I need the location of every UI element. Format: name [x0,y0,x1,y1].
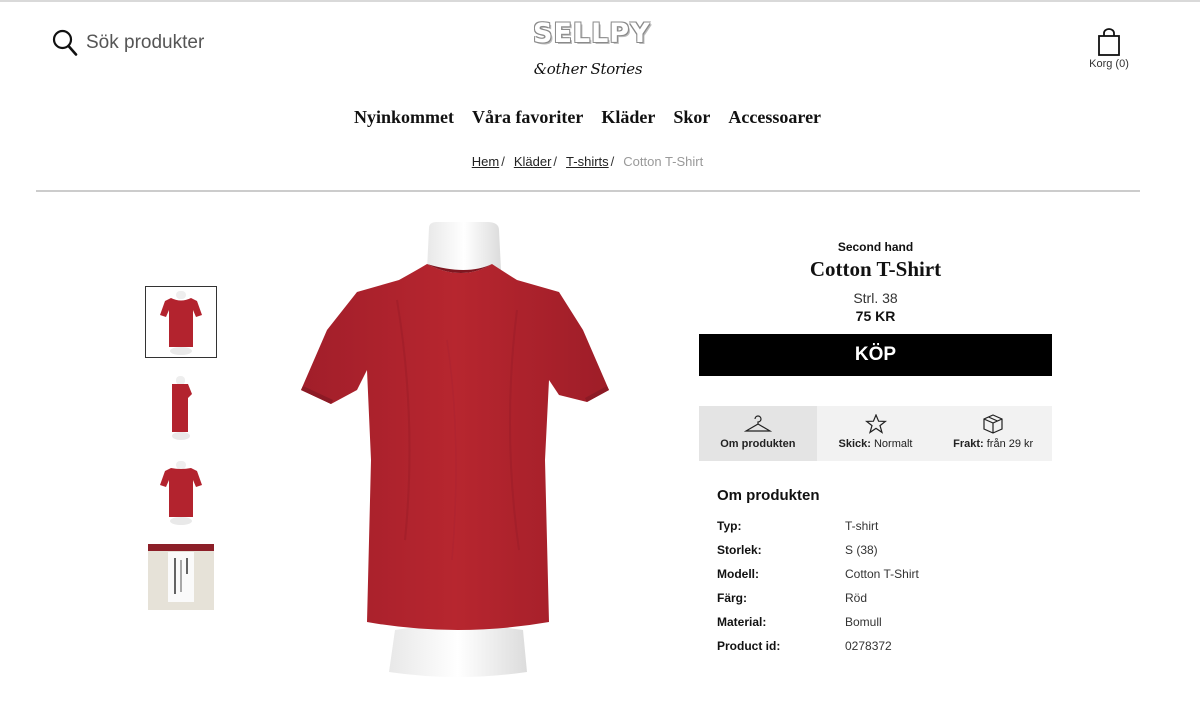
thumbnail-list [145,286,217,626]
breadcrumb-tshirts[interactable]: T-shirts [566,154,609,169]
logo-sellpy: SELLPY [533,18,651,49]
nav-item-accessoarer[interactable]: Accessoarer [728,107,821,128]
detail-row: Modell: Cotton T-Shirt [717,562,1052,586]
search-icon [52,29,78,56]
tab-label: Skick: [838,438,871,450]
star-icon [864,414,887,434]
nav-item-skor[interactable]: Skor [673,107,710,128]
detail-value: Bomull [845,615,882,629]
breadcrumb-separator: / [501,154,505,169]
breadcrumb: Hem / Kläder / T-shirts / Cotton T-Shirt [0,154,1175,169]
detail-value: S (38) [845,543,878,557]
tab-value: Normalt [873,438,913,450]
detail-row: Material: Bomull [717,610,1052,634]
nav-item-nyinkommet[interactable]: Nyinkommet [354,107,454,128]
breadcrumb-klader[interactable]: Kläder [514,154,552,169]
product-info: Second hand Cotton T-Shirt Strl. 38 75 K… [699,240,1052,658]
store-logo[interactable]: SELLPY &other Stories [533,18,651,78]
thumbnail-label[interactable] [145,541,217,613]
detail-value: Cotton T-Shirt [845,567,919,581]
detail-key: Färg: [717,591,747,605]
box-icon [983,414,1003,434]
detail-value: Röd [845,591,868,605]
shopping-bag-icon [1098,28,1120,56]
product-size: Strl. 38 [853,290,898,306]
breadcrumb-current: Cotton T-Shirt [623,154,704,169]
detail-key: Modell: [717,567,759,581]
detail-key: Product id: [717,639,781,653]
tab-value: från 29 kr [986,438,1034,450]
nav-item-favoriter[interactable]: Våra favoriter [472,107,583,128]
tab-label: Om produkten [720,438,796,450]
thumbnail-side[interactable] [145,371,217,443]
detail-value: T-shirt [845,519,879,533]
thumbnail-front[interactable] [145,286,217,358]
cart-label: Korg (0) [1089,58,1129,70]
product-details: Om produkten Typ: T-shirt Storlek: S (38… [717,487,1052,658]
detail-key: Typ: [717,519,742,533]
product-title: Cotton T-Shirt [809,257,942,281]
breadcrumb-separator: / [610,154,615,169]
tab-om-produkten[interactable]: Om produkten [699,406,817,461]
tab-label: Frakt: [953,438,984,450]
breadcrumb-home[interactable]: Hem [472,154,499,169]
detail-key: Material: [717,615,767,629]
info-tabs: Om produkten Skick: Normalt Frakt: från … [699,406,1052,461]
product-price: 75 KR [855,308,896,324]
detail-row: Typ: T-shirt [717,514,1052,538]
hanger-icon [743,415,772,432]
search-input[interactable]: Sök produkter [86,32,204,54]
detail-row: Product id: 0278372 [717,634,1052,658]
detail-row: Färg: Röd [717,586,1052,610]
tab-skick[interactable]: Skick: Normalt [817,406,935,461]
breadcrumb-separator: / [553,154,558,169]
cart-button[interactable]: Korg (0) [1086,28,1132,70]
nav-item-klader[interactable]: Kläder [601,107,655,128]
detail-row: Storlek: S (38) [717,538,1052,562]
main-nav: Nyinkommet Våra favoriter Kläder Skor Ac… [0,107,1175,128]
search-bar[interactable]: Sök produkter [52,29,204,57]
tab-frakt[interactable]: Frakt: från 29 kr [934,406,1052,461]
condition-label: Second hand [837,240,914,254]
detail-value: 0278372 [845,639,892,653]
buy-button[interactable]: KÖP [699,334,1052,376]
thumbnail-back[interactable] [145,456,217,528]
details-title: Om produkten [717,487,820,504]
detail-key: Storlek: [717,543,762,557]
logo-brand: &other Stories [533,60,643,78]
product-image[interactable] [287,220,627,680]
header-divider [36,190,1140,192]
